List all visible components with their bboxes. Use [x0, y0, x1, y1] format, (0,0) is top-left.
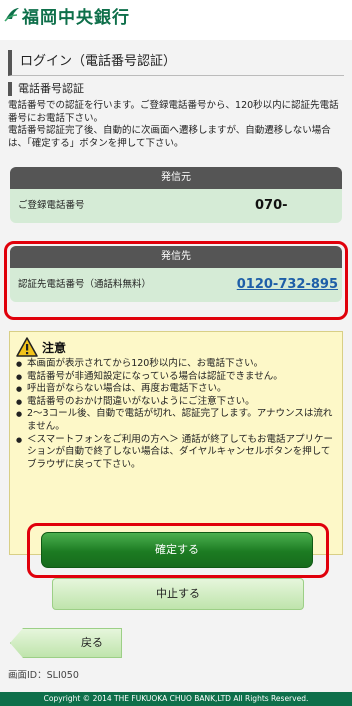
- caller-box: 発信元 ご登録電話番号 070-: [10, 167, 342, 223]
- app-header: 福岡中央銀行: [0, 0, 352, 41]
- section-description: 電話番号での認証を行います。ご登録電話番号から、120秒以内に認証先電話番号にお…: [8, 100, 346, 150]
- notice-item: 呼出音がならない場合は、再度お電話下さい。: [16, 383, 336, 396]
- warning-icon: [16, 337, 38, 357]
- notice-item: 電話番号が非通知設定になっている場合は認証できません。: [16, 371, 336, 384]
- screen-id: 画面ID：SLI050: [8, 670, 79, 681]
- notice-title: 注意: [42, 341, 67, 355]
- bank-logo-icon: [4, 8, 19, 22]
- caller-row: ご登録電話番号 070-: [10, 189, 342, 223]
- description-line: 電話番号での認証を行います。ご登録電話番号から、120秒以内に認証先電話番号にお…: [8, 100, 339, 124]
- copyright-footer: Copyright © 2014 THE FUKUOKA CHUO BANK,L…: [0, 692, 352, 706]
- back-button[interactable]: 戻る: [10, 628, 122, 658]
- section-title: 電話番号認証: [8, 82, 84, 96]
- bank-name-logo: 福岡中央銀行: [22, 8, 130, 28]
- notice-item: ＜スマートフォンをご利用の方へ＞ 通話が終了してもお電話アプリケーションが自動で…: [16, 434, 336, 472]
- cancel-button[interactable]: 中止する: [52, 578, 304, 610]
- caller-heading: 発信元: [10, 167, 342, 189]
- notice-item: 2～3コール後、自動で電話が切れ、認証完了します。アナウンスは流れません。: [16, 408, 336, 433]
- confirm-button[interactable]: 確定する: [41, 532, 313, 568]
- registered-phone-value: 070-: [255, 198, 288, 213]
- notice-item: 本画面が表示されてから120秒以内に、お電話下さい。: [16, 358, 336, 371]
- notice-item: 電話番号のおかけ間違いがないようにご注意下さい。: [16, 396, 336, 409]
- notice-box: 注意 本画面が表示されてから120秒以内に、お電話下さい。 電話番号が非通知設定…: [9, 331, 343, 555]
- description-line: 電話番号認証完了後、自動的に次画面へ遷移しますが、自動遷移しない場合は、「確定す…: [8, 125, 331, 149]
- destination-highlight-frame: [4, 241, 348, 320]
- registered-phone-label: ご登録電話番号: [18, 200, 85, 211]
- page-title: ログイン（電話番号認証）: [8, 50, 344, 76]
- main-content: ログイン（電話番号認証） 電話番号認証 電話番号での認証を行います。ご登録電話番…: [0, 40, 352, 692]
- notice-list: 本画面が表示されてから120秒以内に、お電話下さい。 電話番号が非通知設定になっ…: [16, 358, 336, 471]
